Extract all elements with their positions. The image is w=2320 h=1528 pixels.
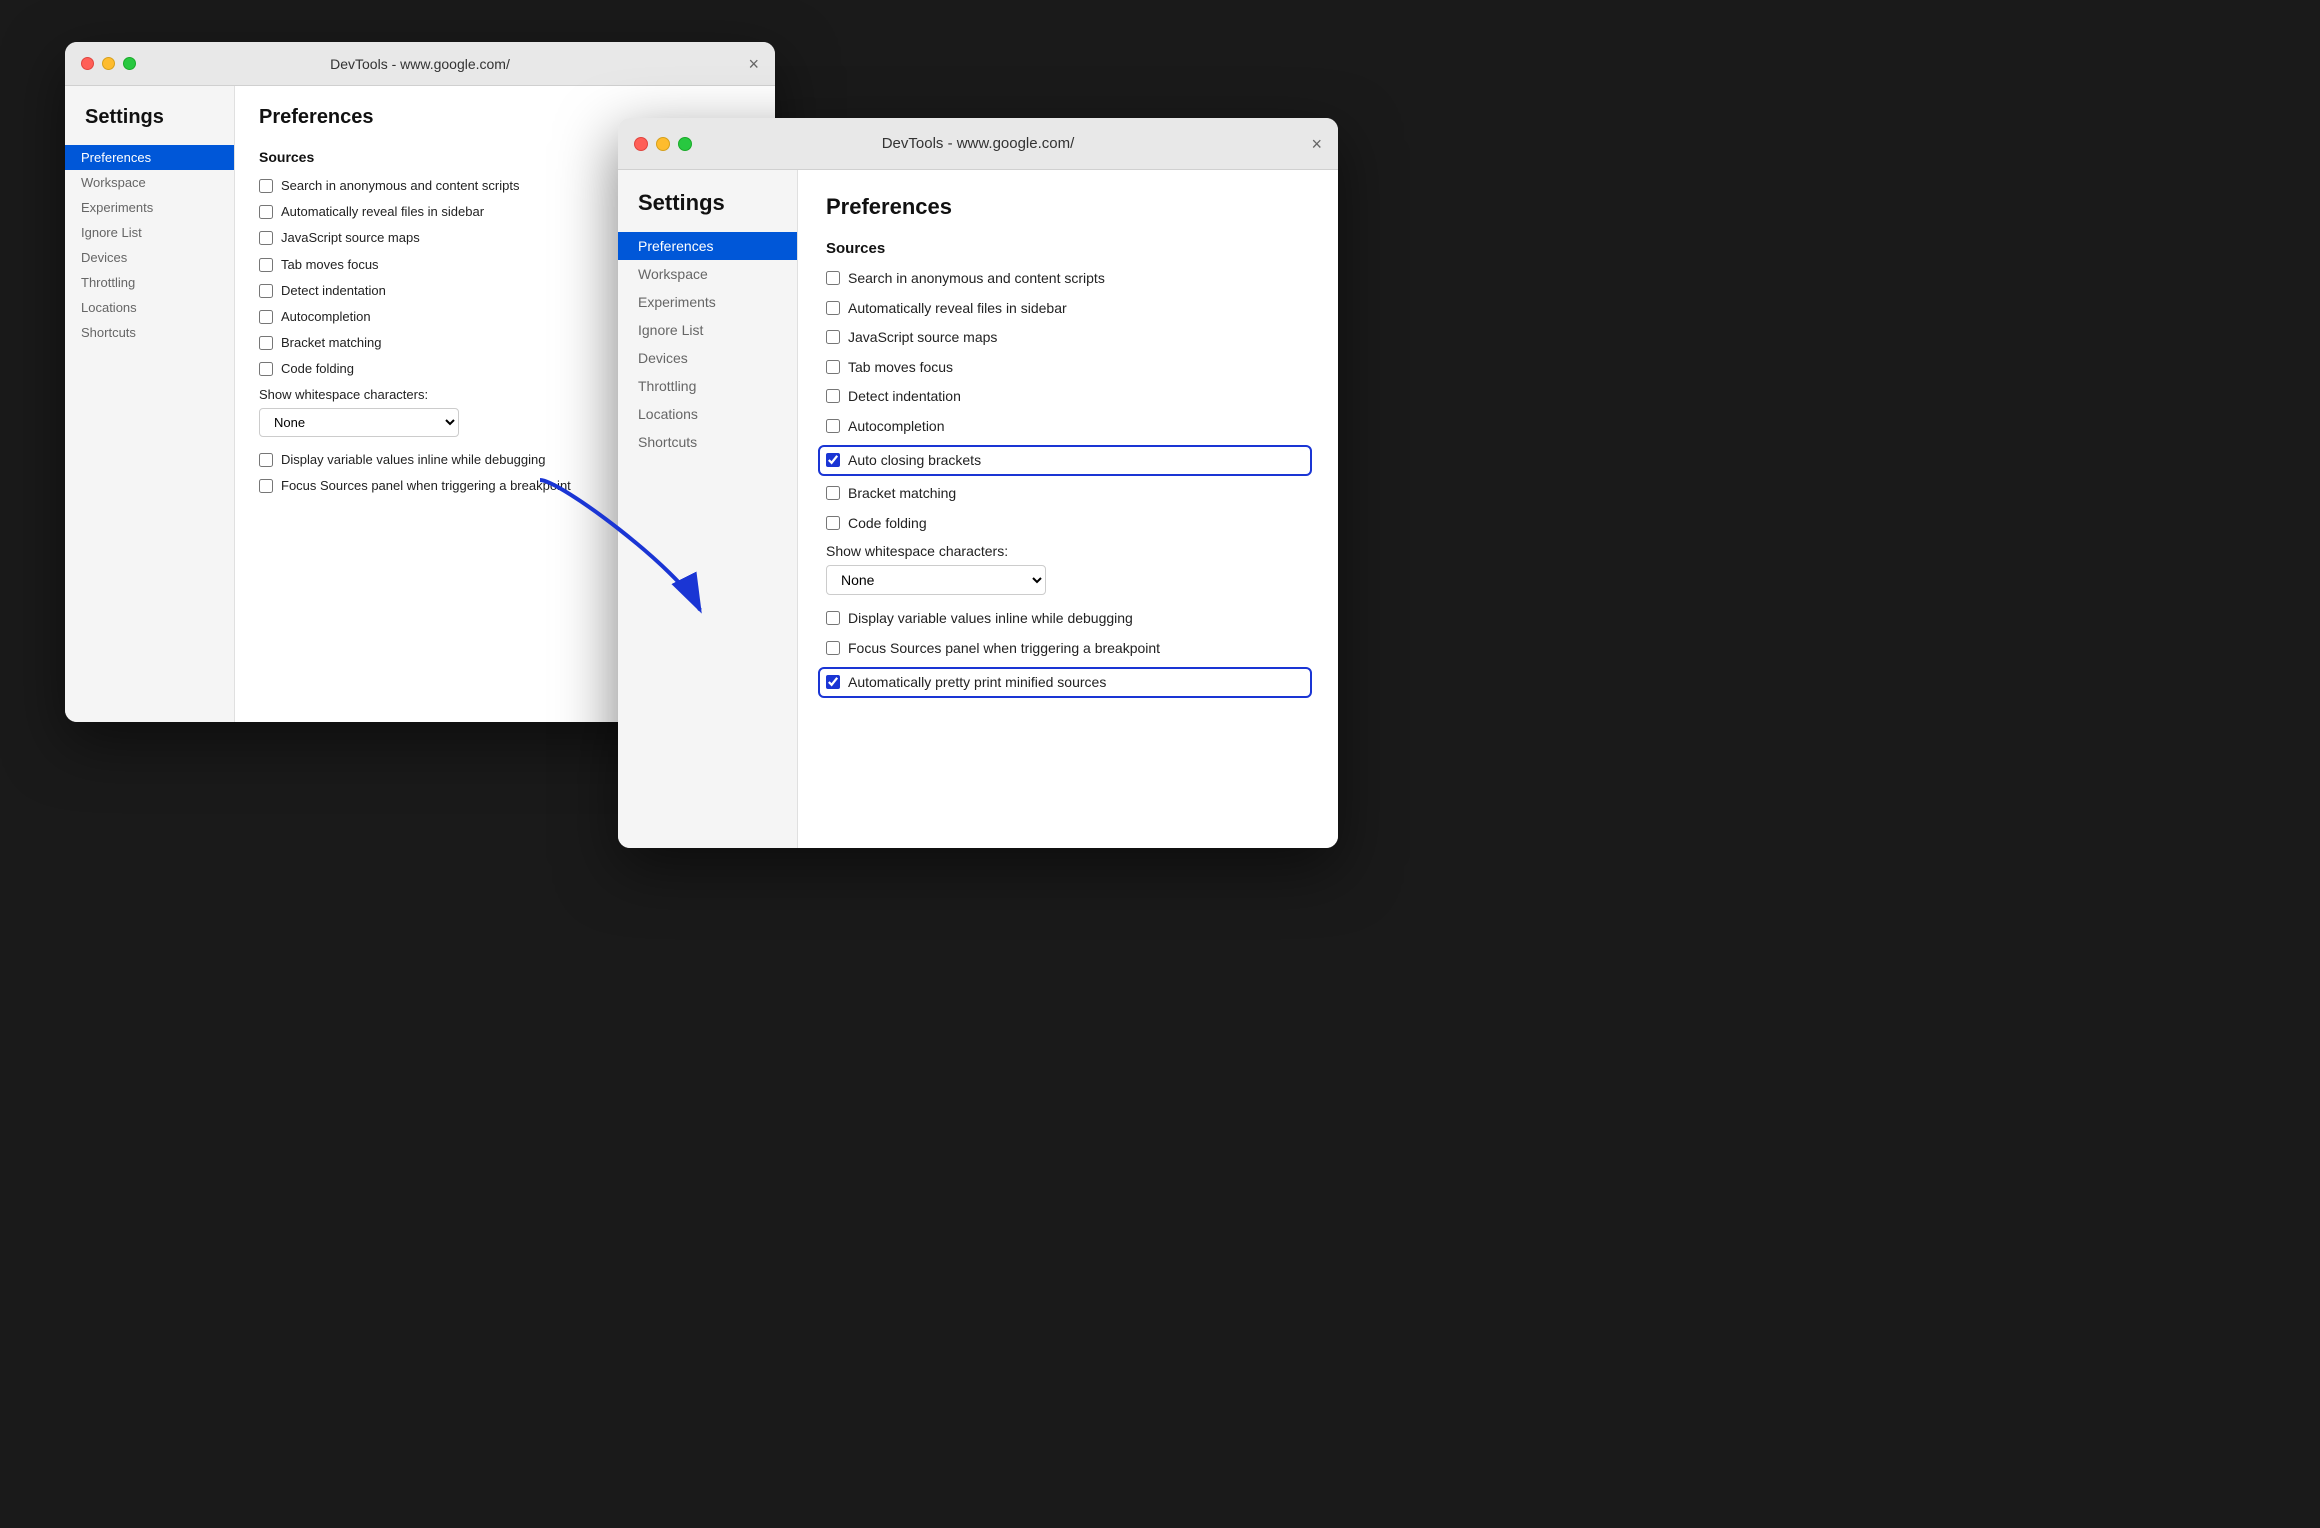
checkbox-sourcemaps-input-2[interactable] xyxy=(826,330,840,344)
sidebar-item-ignorelist-1[interactable]: Ignore List xyxy=(65,220,234,245)
sidebar-item-locations-2[interactable]: Locations xyxy=(618,400,797,428)
close-button-1[interactable] xyxy=(81,57,94,70)
checkbox-autocompletion-input-1[interactable] xyxy=(259,310,273,324)
checkbox-focussources-label-1: Focus Sources panel when triggering a br… xyxy=(281,477,571,495)
sidebar-item-preferences-2[interactable]: Preferences xyxy=(618,232,797,260)
checkbox-codefolding-label-2: Code folding xyxy=(848,514,927,534)
checkbox-reveal-input-1[interactable] xyxy=(259,205,273,219)
maximize-button-2[interactable] xyxy=(678,137,692,151)
checkbox-tabfocus-input-2[interactable] xyxy=(826,360,840,374)
checkbox-focussources-label-2: Focus Sources panel when triggering a br… xyxy=(848,639,1160,659)
checkbox-anonymous-input-1[interactable] xyxy=(259,179,273,193)
checkbox-displayvar-2[interactable]: Display variable values inline while deb… xyxy=(826,609,1310,629)
sidebar-item-experiments-1[interactable]: Experiments xyxy=(65,195,234,220)
checkbox-sourcemaps-input-1[interactable] xyxy=(259,231,273,245)
traffic-lights-1[interactable] xyxy=(81,57,136,70)
sidebar-item-shortcuts-1[interactable]: Shortcuts xyxy=(65,320,234,345)
sidebar-2: Settings Preferences Workspace Experimen… xyxy=(618,170,798,848)
checkbox-autoclosing-2[interactable]: Auto closing brackets xyxy=(820,447,1310,475)
sidebar-item-workspace-2[interactable]: Workspace xyxy=(618,260,797,288)
checkbox-bracketmatch-2[interactable]: Bracket matching xyxy=(826,484,1310,504)
checkbox-focussources-input-2[interactable] xyxy=(826,641,840,655)
checkbox-focussources-input-1[interactable] xyxy=(259,479,273,493)
devtools-window-2: DevTools - www.google.com/ × Settings Pr… xyxy=(618,118,1338,848)
checkbox-tabfocus-label-2: Tab moves focus xyxy=(848,358,953,378)
checkbox-reveal-input-2[interactable] xyxy=(826,301,840,315)
sidebar-heading-2: Settings xyxy=(618,190,797,232)
checkbox-codefolding-2[interactable]: Code folding xyxy=(826,514,1310,534)
sources-section-title-2: Sources xyxy=(826,240,1310,257)
checkbox-anonymous-label-2: Search in anonymous and content scripts xyxy=(848,269,1105,289)
checkbox-sourcemaps-label-1: JavaScript source maps xyxy=(281,229,420,247)
checkbox-indent-label-2: Detect indentation xyxy=(848,387,961,407)
sidebar-item-locations-1[interactable]: Locations xyxy=(65,295,234,320)
traffic-lights-2[interactable] xyxy=(634,137,692,151)
checkbox-autocompletion-2[interactable]: Autocompletion xyxy=(826,417,1310,437)
checkbox-sourcemaps-2[interactable]: JavaScript source maps xyxy=(826,328,1310,348)
sidebar-item-workspace-1[interactable]: Workspace xyxy=(65,170,234,195)
whitespace-select-row-2: Show whitespace characters: None All Tra… xyxy=(826,543,1310,595)
checkbox-bracketmatch-input-2[interactable] xyxy=(826,486,840,500)
sidebar-item-experiments-2[interactable]: Experiments xyxy=(618,288,797,316)
titlebar-2: DevTools - www.google.com/ × xyxy=(618,118,1338,170)
checkbox-tabfocus-label-1: Tab moves focus xyxy=(281,256,379,274)
whitespace-select-2[interactable]: None All Trailing xyxy=(826,565,1046,595)
checkbox-anonymous-label-1: Search in anonymous and content scripts xyxy=(281,177,519,195)
sidebar-item-devices-2[interactable]: Devices xyxy=(618,344,797,372)
checkbox-autocompletion-label-1: Autocompletion xyxy=(281,308,371,326)
titlebar-1: DevTools - www.google.com/ × xyxy=(65,42,775,86)
checkbox-anonymous-2[interactable]: Search in anonymous and content scripts xyxy=(826,269,1310,289)
checkbox-codefolding-label-1: Code folding xyxy=(281,360,354,378)
sidebar-item-devices-1[interactable]: Devices xyxy=(65,245,234,270)
checkbox-indent-label-1: Detect indentation xyxy=(281,282,386,300)
minimize-button-2[interactable] xyxy=(656,137,670,151)
checkbox-autocompletion-input-2[interactable] xyxy=(826,419,840,433)
sidebar-item-shortcuts-2[interactable]: Shortcuts xyxy=(618,428,797,456)
checkbox-displayvar-label-2: Display variable values inline while deb… xyxy=(848,609,1133,629)
checkbox-bracketmatch-input-1[interactable] xyxy=(259,336,273,350)
checkbox-bracketmatch-label-2: Bracket matching xyxy=(848,484,956,504)
minimize-button-1[interactable] xyxy=(102,57,115,70)
settings-close-button-2[interactable]: × xyxy=(1311,135,1322,153)
checkbox-reveal-2[interactable]: Automatically reveal files in sidebar xyxy=(826,299,1310,319)
checkbox-indent-input-2[interactable] xyxy=(826,389,840,403)
checkbox-displayvar-label-1: Display variable values inline while deb… xyxy=(281,451,546,469)
checkbox-autocompletion-label-2: Autocompletion xyxy=(848,417,945,437)
checkbox-focussources-2[interactable]: Focus Sources panel when triggering a br… xyxy=(826,639,1310,659)
whitespace-label-2: Show whitespace characters: xyxy=(826,543,1310,559)
checkbox-autoclosing-label-2: Auto closing brackets xyxy=(848,451,981,471)
checkbox-tabfocus-input-1[interactable] xyxy=(259,258,273,272)
sidebar-1: Settings Preferences Workspace Experimen… xyxy=(65,86,235,722)
titlebar-title-1: DevTools - www.google.com/ xyxy=(330,56,510,72)
sidebar-heading-1: Settings xyxy=(65,106,234,145)
content-2: Preferences Sources Search in anonymous … xyxy=(798,170,1338,848)
window-body-2: Settings Preferences Workspace Experimen… xyxy=(618,170,1338,848)
close-button-2[interactable] xyxy=(634,137,648,151)
settings-close-button-1[interactable]: × xyxy=(748,55,759,73)
sidebar-item-throttling-2[interactable]: Throttling xyxy=(618,372,797,400)
checkbox-indent-2[interactable]: Detect indentation xyxy=(826,387,1310,407)
checkbox-prettyprint-2[interactable]: Automatically pretty print minified sour… xyxy=(820,669,1310,697)
checkbox-indent-input-1[interactable] xyxy=(259,284,273,298)
titlebar-title-2: DevTools - www.google.com/ xyxy=(882,135,1075,152)
checkbox-anonymous-input-2[interactable] xyxy=(826,271,840,285)
checkbox-displayvar-input-1[interactable] xyxy=(259,453,273,467)
checkbox-sourcemaps-label-2: JavaScript source maps xyxy=(848,328,997,348)
sidebar-item-throttling-1[interactable]: Throttling xyxy=(65,270,234,295)
checkbox-displayvar-input-2[interactable] xyxy=(826,611,840,625)
checkbox-tabfocus-2[interactable]: Tab moves focus xyxy=(826,358,1310,378)
checkbox-reveal-label-2: Automatically reveal files in sidebar xyxy=(848,299,1067,319)
checkbox-bracketmatch-label-1: Bracket matching xyxy=(281,334,381,352)
checkbox-codefolding-input-2[interactable] xyxy=(826,516,840,530)
sidebar-item-ignorelist-2[interactable]: Ignore List xyxy=(618,316,797,344)
checkbox-prettyprint-label-2: Automatically pretty print minified sour… xyxy=(848,673,1106,693)
checkbox-autoclosing-input-2[interactable] xyxy=(826,453,840,467)
whitespace-select-1[interactable]: None All Trailing xyxy=(259,408,459,437)
maximize-button-1[interactable] xyxy=(123,57,136,70)
checkbox-reveal-label-1: Automatically reveal files in sidebar xyxy=(281,203,484,221)
checkbox-codefolding-input-1[interactable] xyxy=(259,362,273,376)
content-title-2: Preferences xyxy=(826,194,1310,220)
sidebar-item-preferences-1[interactable]: Preferences xyxy=(65,145,234,170)
checkbox-prettyprint-input-2[interactable] xyxy=(826,675,840,689)
